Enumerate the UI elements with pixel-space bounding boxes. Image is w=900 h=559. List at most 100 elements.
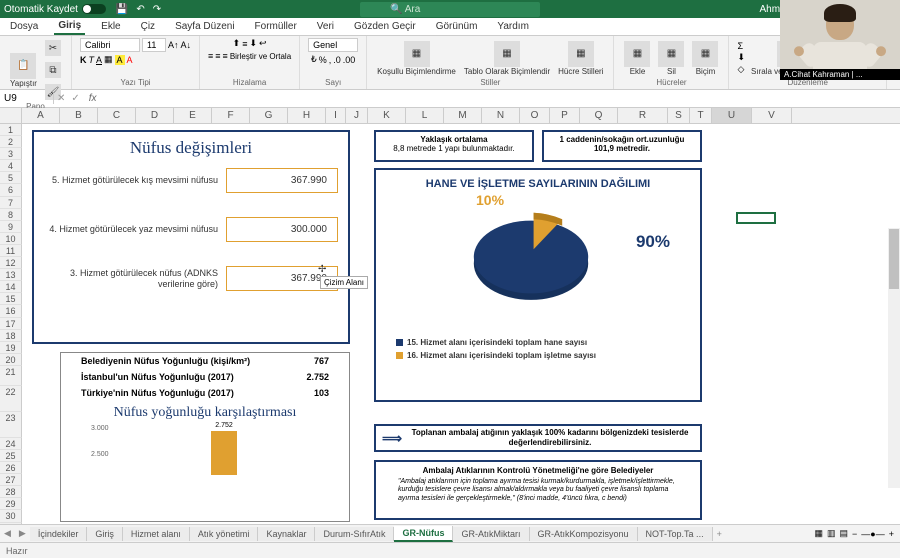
- cond-format-button[interactable]: ▦Koşullu Biçimlendirme: [375, 39, 458, 78]
- tab-review[interactable]: Gözden Geçir: [350, 19, 420, 34]
- arrow-right-icon: ⟹: [382, 430, 406, 447]
- density-bar-chart: 3.000 2.500 2.752: [61, 425, 349, 475]
- vertical-scrollbar[interactable]: [888, 228, 900, 488]
- row-headers: 1234567891011121314151617181920212223242…: [0, 124, 22, 524]
- decimal-dec-icon[interactable]: .00: [343, 55, 356, 65]
- nufus-panel: Nüfus değişimleri 5. Hizmet götürülecek …: [32, 130, 350, 344]
- chart-area-tooltip: Çizim Alanı: [320, 276, 368, 289]
- tab-view[interactable]: Görünüm: [432, 19, 482, 34]
- tab-insert[interactable]: Ekle: [97, 19, 124, 34]
- search-box[interactable]: 🔍 Ara: [360, 2, 540, 17]
- fx-icon[interactable]: fx: [83, 93, 103, 104]
- clear-icon[interactable]: ◇: [737, 64, 745, 75]
- ribbon: 📋Yapıştır ✂ ⧉ 🖌 Pano Calibri 11 A↑ A↓ K …: [0, 36, 900, 90]
- sheet-tab[interactable]: Kaynaklar: [258, 527, 315, 541]
- sheet-tab[interactable]: Hizmet alanı: [123, 527, 190, 541]
- name-box[interactable]: U9: [0, 93, 54, 104]
- bold-button[interactable]: K: [80, 55, 87, 65]
- tab-formulas[interactable]: Formüller: [251, 19, 301, 34]
- add-sheet-button[interactable]: +: [713, 529, 726, 539]
- underline-button[interactable]: A: [96, 55, 102, 65]
- tab-data[interactable]: Veri: [313, 19, 338, 34]
- decrease-font-icon[interactable]: A↓: [181, 40, 192, 50]
- tab-help[interactable]: Yardım: [493, 19, 533, 34]
- currency-icon[interactable]: ₺: [311, 54, 317, 65]
- road-length-box: 1 caddenin/sokağın ort.uzunluğu 101,9 me…: [542, 130, 702, 162]
- active-cell[interactable]: [736, 212, 776, 224]
- ribbon-tabs: Dosya Giriş Ekle Çiz Sayfa Düzeni Formül…: [0, 18, 900, 36]
- move-cursor-icon: ✢: [318, 264, 326, 275]
- fx-enter-icon[interactable]: ✓: [68, 93, 82, 104]
- status-bar: Hazır: [0, 542, 900, 558]
- decimal-inc-icon[interactable]: .0: [333, 55, 341, 65]
- zoom-out-icon[interactable]: −: [852, 529, 857, 539]
- zoom-slider[interactable]: —●—: [861, 529, 884, 539]
- pie-chart-panel[interactable]: HANE VE İŞLETME SAYILARININ DAĞILIMI 10%…: [374, 168, 702, 402]
- align-bot-icon[interactable]: ⬇: [249, 38, 257, 49]
- table-format-button[interactable]: ▦Tablo Olarak Biçimlendir: [462, 39, 552, 78]
- sheet-nav-prev-icon[interactable]: ◀: [0, 528, 15, 539]
- align-right-icon[interactable]: ≡: [223, 51, 228, 61]
- percent-icon[interactable]: %: [319, 55, 327, 65]
- view-layout-icon[interactable]: ▥: [827, 528, 836, 539]
- sheet-tab[interactable]: GR-AtıkKompozisyonu: [530, 527, 638, 541]
- comma-icon[interactable]: ,: [329, 55, 332, 65]
- sheet-tab[interactable]: Durum-SıfırAtık: [315, 527, 394, 541]
- sheet-tab[interactable]: Atık yönetimi: [190, 527, 259, 541]
- tab-layout[interactable]: Sayfa Düzeni: [171, 19, 238, 34]
- sheet-tab[interactable]: GR-AtıkMiktarı: [453, 527, 529, 541]
- undo-icon[interactable]: ↶: [136, 4, 144, 15]
- format-cells-button[interactable]: ▦Biçim: [690, 39, 720, 78]
- sheet-tab[interactable]: NOT-Top.Ta ...: [638, 527, 713, 541]
- view-pagebreak-icon[interactable]: ▤: [840, 528, 849, 539]
- copy-icon[interactable]: ⧉: [43, 60, 63, 80]
- wrap-text-icon[interactable]: ↩: [259, 38, 267, 49]
- cell-styles-button[interactable]: ▦Hücre Stilleri: [556, 39, 605, 78]
- nufus-kis-value[interactable]: 367.990: [226, 168, 338, 193]
- zoom-in-icon[interactable]: +: [889, 529, 894, 539]
- density-panel: Belediyenin Nüfus Yoğunluğu (kişi/km²)76…: [60, 352, 350, 522]
- sheet-tab-active[interactable]: GR-Nüfus: [394, 526, 453, 542]
- sheet-tab[interactable]: Giriş: [87, 527, 123, 541]
- align-top-icon[interactable]: ⬆: [233, 38, 241, 49]
- toplanan-info-box: ⟹ Toplanan ambalaj atığının yaklaşık 100…: [374, 424, 702, 452]
- paste-button[interactable]: 📋Yapıştır: [8, 51, 39, 90]
- autosum-icon[interactable]: Σ: [737, 41, 745, 51]
- border-icon[interactable]: ▦: [104, 54, 113, 65]
- redo-icon[interactable]: ↷: [153, 4, 161, 15]
- title-bar: Otomatik Kaydet 💾 ↶ ↷ Rev_SAY-MEDA.xlsx …: [0, 0, 900, 18]
- font-size-select[interactable]: 11: [142, 38, 166, 52]
- sheet-nav-next-icon[interactable]: ▶: [15, 528, 30, 539]
- select-all-corner[interactable]: [0, 108, 22, 123]
- sheet-tab[interactable]: İçindekiler: [30, 527, 88, 541]
- cut-icon[interactable]: ✂: [43, 38, 63, 58]
- tab-file[interactable]: Dosya: [6, 19, 42, 34]
- increase-font-icon[interactable]: A↑: [168, 40, 179, 50]
- align-mid-icon[interactable]: ≡: [242, 39, 247, 49]
- nufus-title: Nüfus değişimleri: [34, 132, 348, 164]
- align-left-icon[interactable]: ≡: [208, 51, 213, 61]
- formula-bar: U9 ✕ ✓ fx: [0, 90, 900, 108]
- autosave-toggle[interactable]: Otomatik Kaydet: [4, 4, 106, 15]
- view-normal-icon[interactable]: ▦: [814, 528, 823, 539]
- tab-home[interactable]: Giriş: [54, 18, 85, 35]
- nufus-yaz-value[interactable]: 300.000: [226, 217, 338, 242]
- fill-color-icon[interactable]: A: [115, 55, 125, 65]
- webcam-overlay: A.Cihat Kahraman | ...: [780, 0, 900, 80]
- save-icon[interactable]: 💾: [116, 4, 128, 15]
- number-format-select[interactable]: Genel: [308, 38, 358, 52]
- ambalaj-panel: Ambalaj Atıklarının Kontrolü Yönetmeliği…: [374, 460, 702, 520]
- delete-cells-button[interactable]: ▦Sil: [656, 39, 686, 78]
- merge-button[interactable]: Birleştir ve Ortala: [230, 52, 291, 61]
- font-select[interactable]: Calibri: [80, 38, 140, 52]
- spreadsheet-grid[interactable]: A B C D E F G H I J K L M N O P Q R S T …: [0, 108, 900, 524]
- italic-button[interactable]: T: [88, 55, 94, 65]
- tab-draw[interactable]: Çiz: [137, 19, 159, 34]
- pie-chart: [466, 202, 596, 312]
- fill-icon[interactable]: ⬇: [737, 52, 745, 63]
- font-color-icon[interactable]: A: [127, 55, 133, 65]
- align-center-icon[interactable]: ≡: [215, 51, 220, 61]
- fx-cancel-icon[interactable]: ✕: [54, 93, 68, 104]
- column-headers: A B C D E F G H I J K L M N O P Q R S T …: [0, 108, 900, 124]
- insert-cells-button[interactable]: ▦Ekle: [622, 39, 652, 78]
